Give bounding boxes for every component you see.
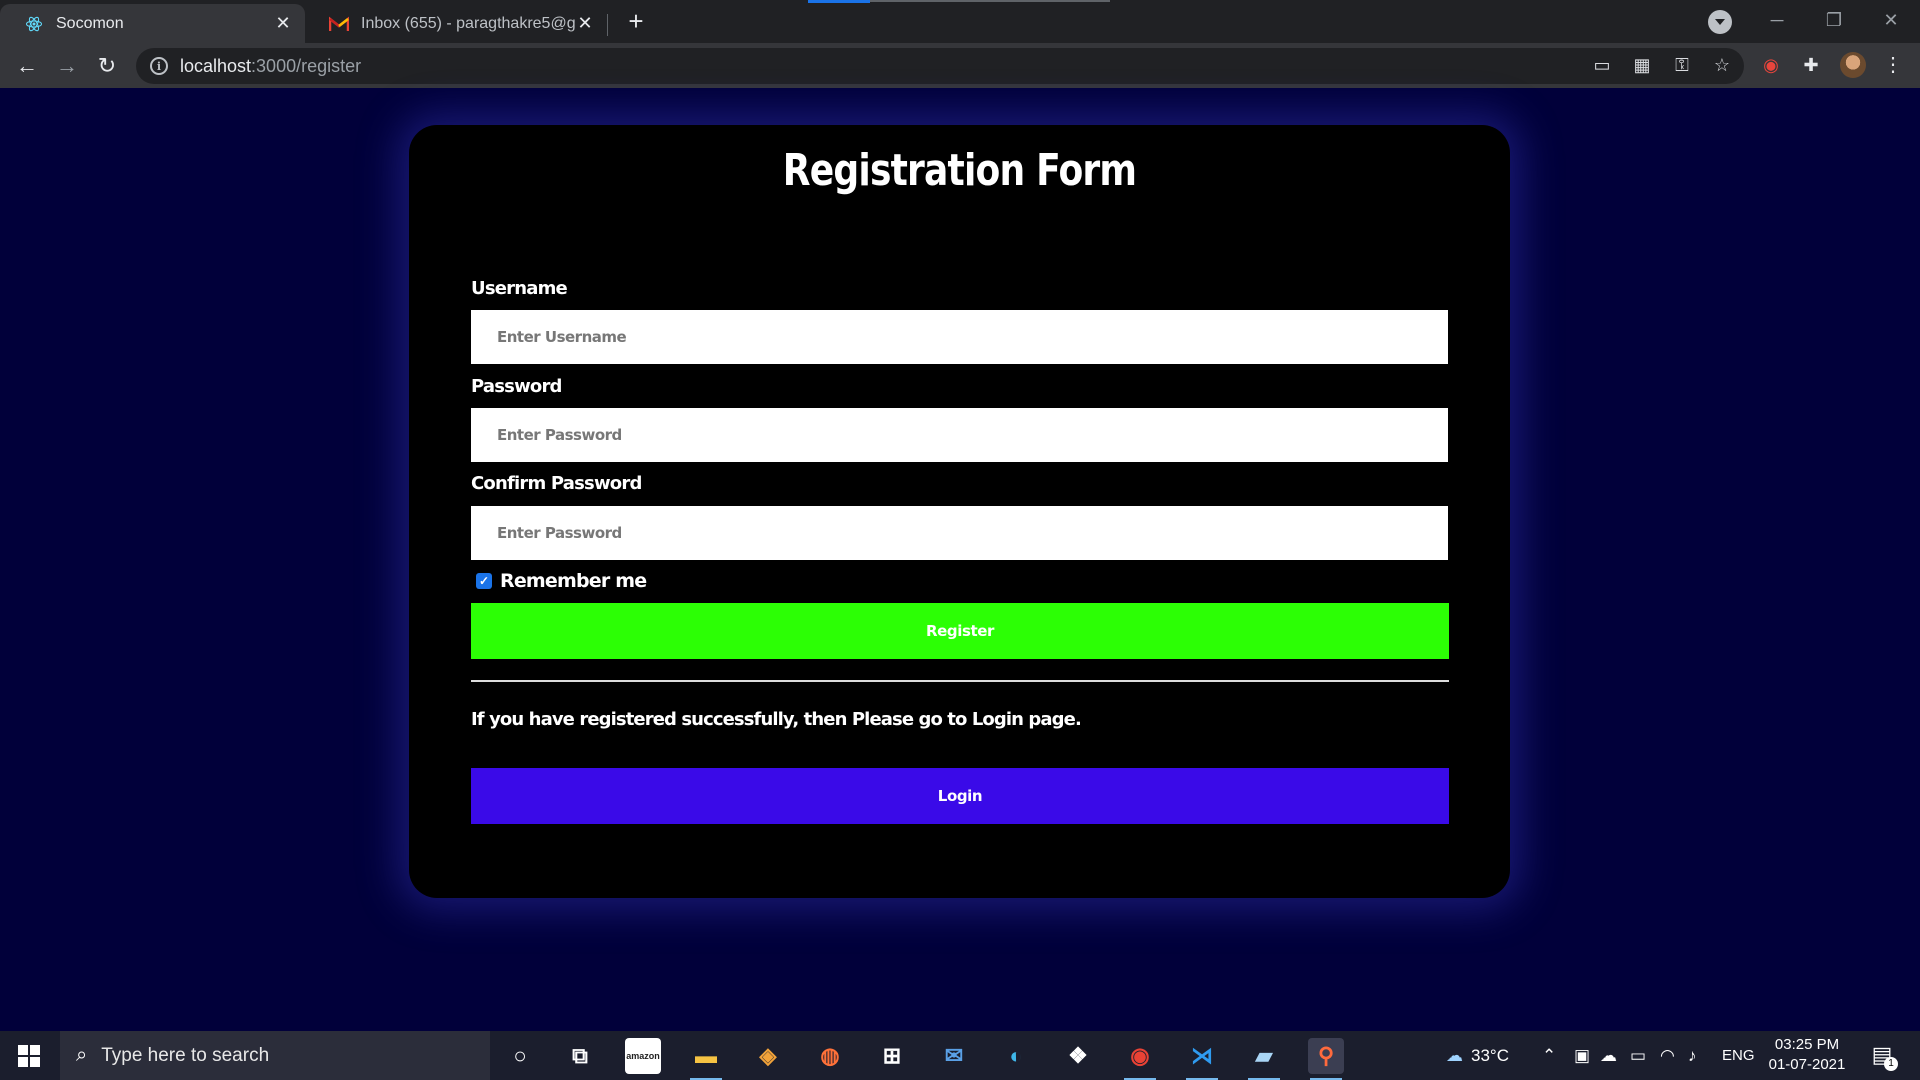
cortana-icon[interactable]: ○ — [502, 1038, 538, 1074]
site-info-icon[interactable]: i — [150, 57, 168, 75]
windows-start-icon[interactable] — [18, 1045, 40, 1067]
password-input[interactable] — [471, 408, 1448, 462]
confirm-password-label: Confirm Password — [471, 473, 642, 494]
browser-menu-icon[interactable]: ⋮ — [1880, 52, 1906, 78]
back-button[interactable]: ← — [12, 51, 42, 81]
microsoft-store-icon[interactable]: ⊞ — [874, 1038, 910, 1074]
password-label: Password — [471, 376, 562, 397]
tab-gmail-inbox[interactable]: Inbox (655) - paragthakre5@gm ✕ — [305, 4, 607, 43]
amazon-icon[interactable]: amazon — [625, 1038, 661, 1074]
notification-count-badge: 1 — [1884, 1057, 1898, 1071]
cast-icon[interactable]: ▭ — [1590, 53, 1614, 77]
dropbox-icon[interactable]: ❖ — [1060, 1038, 1096, 1074]
confirm-password-input[interactable] — [471, 506, 1448, 560]
onedrive-icon[interactable]: ☁ — [1600, 1031, 1617, 1080]
extensions-puzzle-icon[interactable]: ✚ — [1798, 52, 1824, 78]
address-bar[interactable]: i localhost :3000/register — [136, 48, 1744, 84]
qr-code-icon[interactable]: ▦ — [1630, 53, 1654, 77]
notepad-icon[interactable]: ▰ — [1246, 1038, 1282, 1080]
username-label: Username — [471, 278, 568, 299]
windows-taskbar: ⌕ Type here to search ○ ⧉ amazon ▬ ◈ ◍ ⊞… — [0, 1031, 1920, 1080]
register-button[interactable]: Register — [471, 603, 1449, 659]
bookmark-star-icon[interactable]: ☆ — [1710, 53, 1734, 77]
tab-close-icon[interactable]: ✕ — [575, 13, 595, 34]
registration-card: Registration Form Username Password Conf… — [409, 125, 1510, 898]
clock-date: 01-07-2021 — [1768, 1056, 1846, 1073]
system-clock[interactable]: 03:25 PM 01-07-2021 — [1762, 1035, 1852, 1075]
new-tab-button[interactable]: + — [623, 8, 649, 34]
divider — [471, 680, 1449, 682]
battery-icon[interactable]: ▭ — [1630, 1031, 1646, 1080]
tab-search-icon[interactable] — [1708, 10, 1732, 34]
tab-title: Inbox (655) - paragthakre5@gm — [361, 14, 575, 32]
browser-tab-strip: Socomon ✕ Inbox (655) - paragthakre5@gm … — [0, 0, 1920, 43]
show-hidden-icons-icon[interactable]: ⌃ — [1542, 1031, 1556, 1080]
login-hint-text: If you have registered successfully, the… — [471, 709, 1082, 730]
close-window-icon[interactable]: ✕ — [1863, 0, 1919, 40]
search-icon: ⌕ — [76, 1044, 88, 1066]
username-input[interactable] — [471, 310, 1448, 364]
weather-widget[interactable]: ☁ 33°C — [1446, 1031, 1509, 1080]
restore-icon[interactable]: ❐ — [1806, 0, 1862, 40]
react-icon — [24, 14, 44, 34]
file-explorer-icon[interactable]: ▬ — [688, 1038, 724, 1080]
volume-icon[interactable]: ♪ — [1688, 1031, 1697, 1080]
profile-avatar[interactable] — [1840, 52, 1866, 78]
forward-button[interactable]: → — [52, 51, 82, 81]
tab-close-icon[interactable]: ✕ — [273, 13, 293, 34]
tab-separator — [607, 14, 608, 36]
language-indicator[interactable]: ENG — [1722, 1031, 1755, 1080]
remember-me-label: Remember me — [500, 570, 647, 592]
remember-me-checkbox[interactable]: ✓ — [476, 573, 492, 589]
edge-icon[interactable]: ◐ — [998, 1038, 1034, 1074]
postman-icon[interactable]: ⚲ — [1308, 1038, 1344, 1080]
taskbar-search-box[interactable]: ⌕ Type here to search — [60, 1031, 490, 1080]
reload-button[interactable]: ↻ — [92, 51, 122, 81]
mail-icon[interactable]: ✉ — [936, 1038, 972, 1074]
remember-me-row: ✓ Remember me — [476, 570, 647, 592]
tab-title: Socomon — [56, 14, 124, 32]
browser-toolbar: ← → ↻ i localhost :3000/register ▭ ▦ ⚿ ☆… — [0, 43, 1920, 88]
wifi-icon[interactable]: ◠ — [1660, 1031, 1675, 1080]
temperature-text: 33°C — [1471, 1045, 1509, 1065]
taskbar-search-placeholder: Type here to search — [101, 1044, 270, 1066]
vscode-icon[interactable]: ⋊ — [1184, 1038, 1220, 1080]
gmail-icon — [329, 14, 349, 34]
tab-loading-indicator — [808, 0, 870, 3]
tab-socomon[interactable]: Socomon ✕ — [0, 4, 305, 43]
weather-cloud-icon: ☁ — [1446, 1045, 1463, 1065]
task-view-icon[interactable]: ⧉ — [562, 1038, 598, 1074]
brave-browser-icon[interactable]: ◈ — [750, 1038, 786, 1074]
minimize-icon[interactable]: ─ — [1749, 0, 1805, 40]
login-button[interactable]: Login — [471, 768, 1449, 824]
meet-now-icon[interactable]: ▣ — [1574, 1031, 1590, 1080]
url-host: localhost — [180, 55, 252, 76]
chrome-icon[interactable]: ◉ — [1122, 1038, 1158, 1080]
clock-time: 03:25 PM — [1774, 1036, 1840, 1053]
firefox-icon[interactable]: ◍ — [812, 1038, 848, 1074]
screen-recorder-extension-icon[interactable]: ◉ — [1758, 52, 1784, 78]
page-title: Registration Form — [782, 145, 1137, 196]
key-icon[interactable]: ⚿ — [1670, 53, 1694, 77]
tab-strip-divider — [870, 0, 1110, 2]
url-path: :3000/register — [251, 55, 362, 76]
